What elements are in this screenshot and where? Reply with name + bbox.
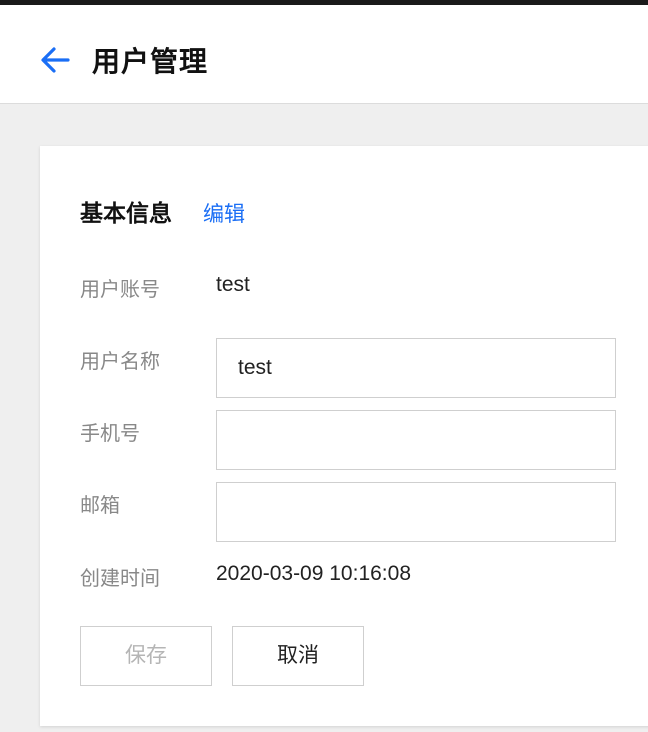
created-time-label: 创建时间 xyxy=(80,568,160,590)
save-button[interactable]: 保存 xyxy=(80,626,212,686)
page-header: 用户管理 xyxy=(0,5,648,104)
section-title: 基本信息 xyxy=(80,200,172,226)
name-label: 用户名称 xyxy=(80,351,160,373)
phone-input[interactable] xyxy=(216,410,616,470)
phone-label: 手机号 xyxy=(80,423,140,445)
page-title: 用户管理 xyxy=(92,46,209,77)
email-label: 邮箱 xyxy=(80,495,120,517)
account-label: 用户账号 xyxy=(80,279,160,301)
account-value: test xyxy=(216,273,250,296)
name-input[interactable] xyxy=(216,338,616,398)
edit-link[interactable]: 编辑 xyxy=(203,198,245,228)
cancel-button[interactable]: 取消 xyxy=(232,626,364,686)
created-time-value: 2020-03-09 10:16:08 xyxy=(216,562,411,585)
arrow-left-icon[interactable] xyxy=(38,45,72,75)
basic-info-card: 基本信息 编辑 用户账号 test 用户名称 手机号 邮箱 创建时间 2020-… xyxy=(40,146,648,726)
email-input[interactable] xyxy=(216,482,616,542)
